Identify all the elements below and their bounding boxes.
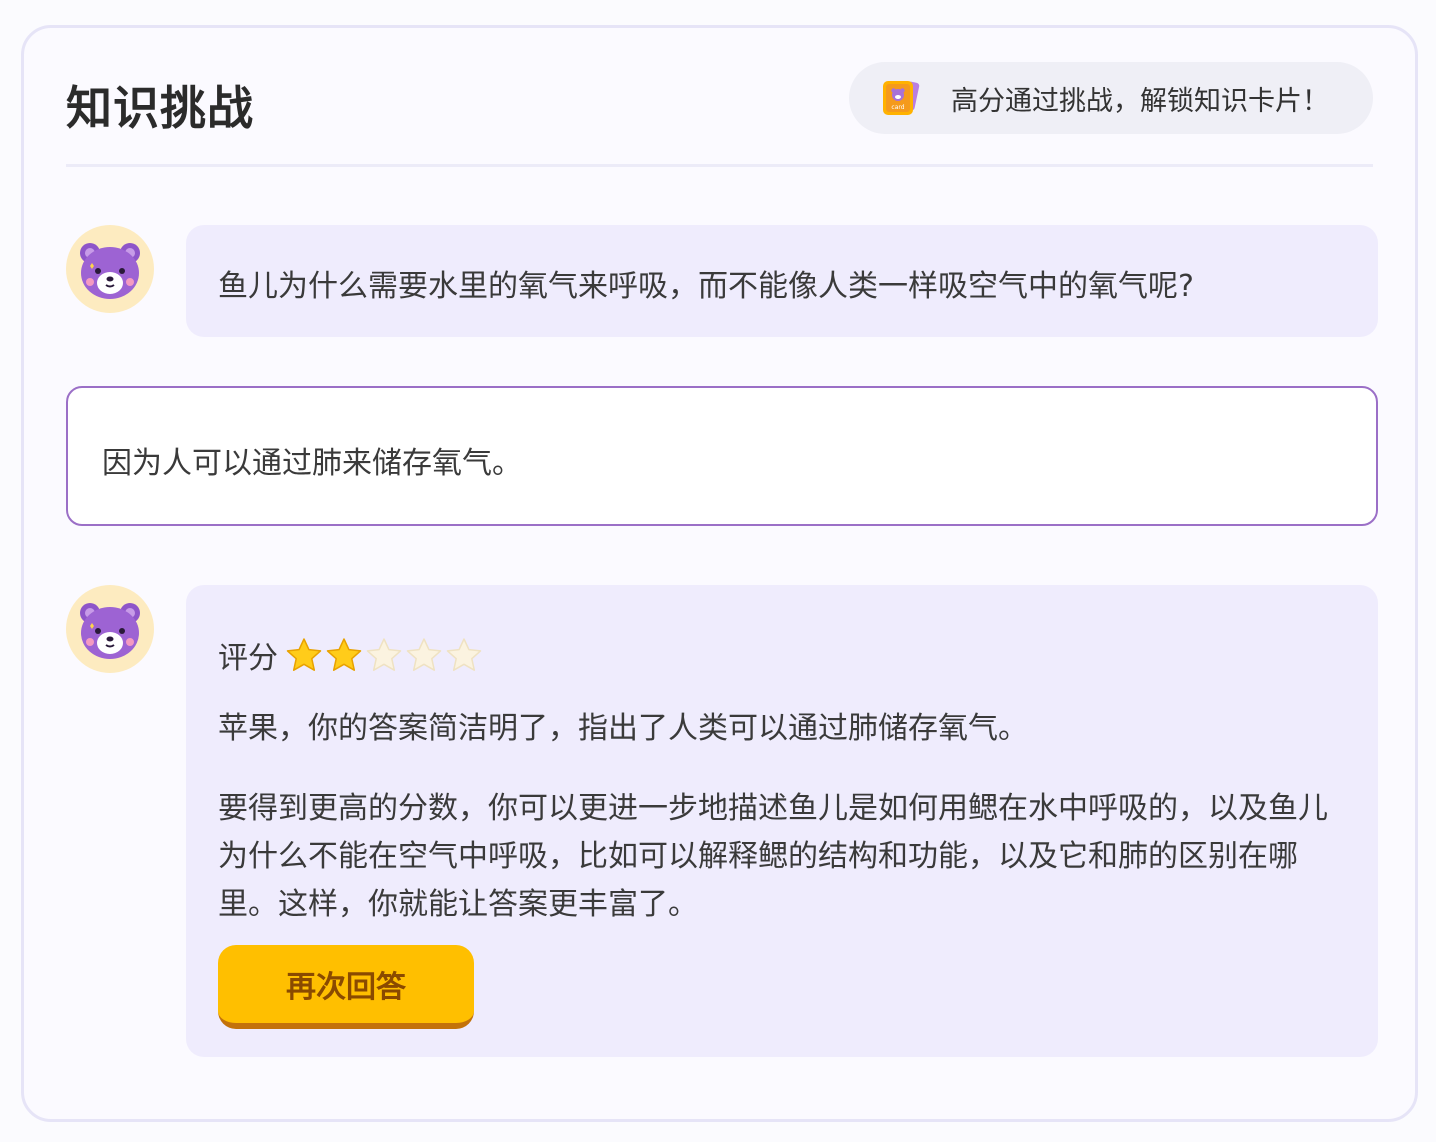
bear-avatar-icon <box>66 585 154 673</box>
svg-text:card: card <box>891 104 904 111</box>
retry-button[interactable]: 再次回答 <box>218 945 474 1029</box>
question-text: 鱼儿为什么需要水里的氧气来呼吸，而不能像人类一样吸空气中的氧气呢? <box>218 269 1194 304</box>
question-bubble: 鱼儿为什么需要水里的氧气来呼吸，而不能像人类一样吸空气中的氧气呢? <box>186 225 1378 337</box>
challenge-card: 知识挑战 card 高分通过挑战，解锁知识卡片！ 鱼儿为什么需要水里的氧气来呼吸… <box>21 25 1418 1122</box>
score-label: 评分 <box>218 641 278 676</box>
hint-pill: card 高分通过挑战，解锁知识卡片！ <box>849 62 1373 134</box>
score-row: 评分 <box>218 633 484 677</box>
feedback-advice: 要得到更高的分数，你可以更进一步地描述鱼儿是如何用鳃在水中呼吸的，以及鱼儿为什么… <box>218 791 1328 922</box>
card-icon: card <box>881 78 921 118</box>
answer-text: 因为人可以通过肺来储存氧气。 <box>102 446 522 481</box>
hint-text: 高分通过挑战，解锁知识卡片！ <box>951 85 1329 117</box>
star-empty-icon <box>406 638 442 671</box>
star-empty-icon <box>366 638 402 671</box>
header: 知识挑战 card 高分通过挑战，解锁知识卡片！ <box>66 62 1373 167</box>
page-title: 知识挑战 <box>66 81 254 135</box>
feedback-bubble: 评分 苹果，你的答案简洁明了，指出了人类可以通过肺储存氧气。 要得到更高的分数，… <box>186 585 1378 1057</box>
feedback-comment: 苹果，你的答案简洁明了，指出了人类可以通过肺储存氧气。 <box>218 711 1028 746</box>
star-filled-icon <box>286 638 322 671</box>
bear-avatar-icon <box>66 225 154 313</box>
answer-input[interactable]: 因为人可以通过肺来储存氧气。 <box>66 386 1378 526</box>
star-filled-icon <box>326 638 362 671</box>
star-rating <box>284 636 484 674</box>
star-empty-icon <box>446 638 482 671</box>
